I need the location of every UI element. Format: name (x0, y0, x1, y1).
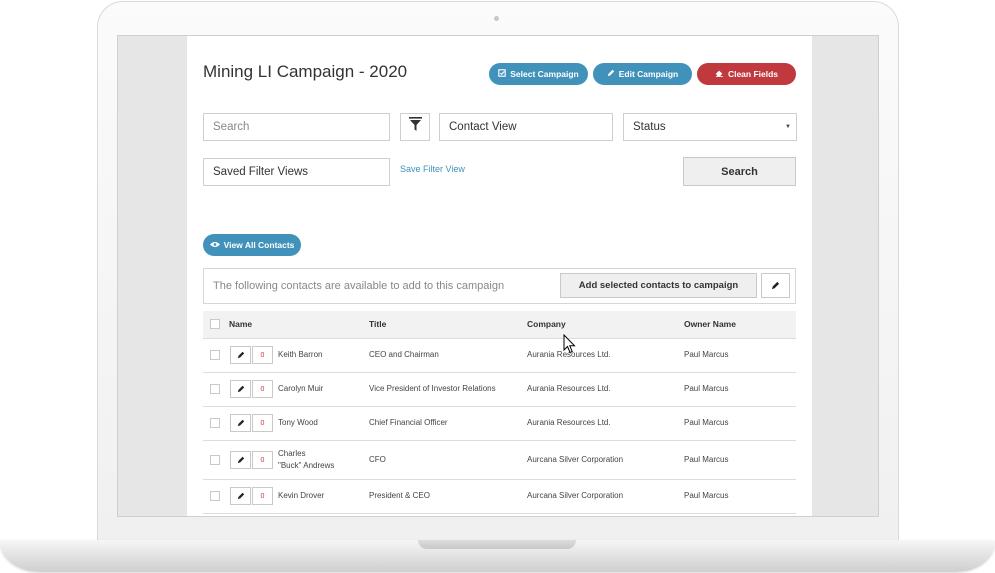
row-checkbox[interactable] (210, 350, 220, 360)
contacts-table: Name Title Company Owner Name 0 Keith Ba… (203, 311, 796, 514)
select-all-checkbox[interactable] (210, 319, 220, 329)
pencil-icon (237, 414, 245, 432)
row-count-badge[interactable]: 0 (252, 487, 273, 505)
pencil-icon (237, 380, 245, 398)
row-actions: 0 (230, 380, 273, 398)
search-input[interactable]: Search (203, 113, 390, 141)
contact-company: Aurania Resources Ltd. (527, 418, 611, 427)
pencil-icon (237, 346, 245, 364)
view-all-contacts-label: View All Contacts (223, 240, 295, 250)
contact-title: Chief Financial Officer (369, 418, 448, 427)
table-header: Name Title Company Owner Name (203, 311, 796, 339)
row-checkbox[interactable] (210, 491, 220, 501)
row-edit-button[interactable] (230, 414, 251, 432)
contact-name-line2[interactable]: "Buck" Andrews (278, 461, 334, 470)
column-header-title[interactable]: Title (369, 319, 386, 329)
filter-button[interactable] (400, 113, 430, 141)
row-count-badge[interactable]: 0 (252, 380, 273, 398)
row-actions: 0 (230, 487, 273, 505)
campaign-page: Mining LI Campaign - 2020 Select Campaig… (187, 36, 812, 516)
eye-icon (209, 240, 220, 250)
available-contacts-bar: The following contacts are available to … (203, 268, 796, 304)
bulk-edit-button[interactable] (761, 273, 790, 298)
contact-name[interactable]: Keith Barron (278, 350, 322, 359)
contact-owner: Paul Marcus (684, 455, 729, 464)
select-campaign-button[interactable]: Select Campaign (489, 63, 588, 85)
laptop-screen: Mining LI Campaign - 2020 Select Campaig… (117, 35, 879, 517)
edit-campaign-label: Edit Campaign (618, 69, 679, 79)
page-title: Mining LI Campaign - 2020 (203, 62, 408, 81)
table-row[interactable]: 0 Carolyn Muir Vice President of Investo… (203, 373, 796, 407)
contact-company: Aurania Resources Ltd. (527, 384, 611, 393)
chevron-down-icon: ▼ (785, 124, 791, 130)
contact-title: CFO (369, 455, 386, 464)
status-select[interactable]: Status ▼ (623, 113, 797, 141)
contact-owner: Paul Marcus (684, 350, 729, 359)
pencil-icon (237, 487, 245, 505)
table-row[interactable]: 0 Keith Barron CEO and Chairman Aurania … (203, 339, 796, 373)
contact-title: Vice President of Investor Relations (369, 384, 496, 393)
contact-owner: Paul Marcus (684, 418, 729, 427)
row-actions: 0 (230, 414, 273, 432)
clean-fields-button[interactable]: Clean Fields (697, 63, 796, 85)
row-actions: 0 (230, 346, 273, 364)
pencil-icon (771, 277, 780, 295)
table-row[interactable]: 0 Charles "Buck" Andrews CFO Aurcana Sil… (203, 441, 796, 480)
save-filter-view-link[interactable]: Save Filter View (400, 164, 465, 174)
column-header-name[interactable]: Name (229, 319, 252, 329)
pencil-icon (237, 451, 245, 469)
row-count-badge[interactable]: 0 (252, 414, 273, 432)
available-contacts-text: The following contacts are available to … (213, 280, 505, 292)
status-value: Status (633, 121, 666, 133)
contact-company: Aurcana Silver Corporation (527, 455, 624, 464)
contact-view-select[interactable]: Contact View (439, 113, 613, 141)
camera-dot (494, 16, 499, 21)
contact-name[interactable]: Tony Wood (278, 418, 318, 427)
row-count-badge[interactable]: 0 (252, 346, 273, 364)
contact-owner: Paul Marcus (684, 384, 729, 393)
contact-title: President & CEO (369, 491, 430, 500)
add-selected-contacts-button[interactable]: Add selected contacts to campaign (560, 273, 757, 298)
row-edit-button[interactable] (230, 487, 251, 505)
mouse-cursor-icon (563, 333, 576, 359)
edit-campaign-button[interactable]: Edit Campaign (593, 63, 692, 85)
contact-name[interactable]: Kevin Drover (278, 491, 324, 500)
table-row[interactable]: 0 Kevin Drover President & CEO Aurcana S… (203, 480, 796, 514)
row-edit-button[interactable] (230, 346, 251, 364)
row-count-badge[interactable]: 0 (252, 451, 273, 469)
table-row[interactable]: 0 Tony Wood Chief Financial Officer Aura… (203, 407, 796, 441)
clean-fields-label: Clean Fields (727, 69, 779, 79)
column-header-owner[interactable]: Owner Name (684, 319, 736, 329)
row-checkbox[interactable] (210, 384, 220, 394)
row-edit-button[interactable] (230, 451, 251, 469)
contact-name[interactable]: Carolyn Muir (278, 384, 323, 393)
laptop-base-notch (418, 540, 576, 549)
view-all-contacts-button[interactable]: View All Contacts (203, 234, 301, 256)
check-square-icon (498, 69, 507, 79)
select-campaign-label: Select Campaign (510, 69, 579, 79)
saved-filter-views-select[interactable]: Saved Filter Views (203, 158, 390, 186)
row-checkbox[interactable] (210, 455, 220, 465)
search-button[interactable]: Search (683, 157, 796, 186)
row-edit-button[interactable] (230, 380, 251, 398)
column-header-company[interactable]: Company (527, 319, 566, 329)
contact-company: Aurcana Silver Corporation (527, 491, 624, 500)
contact-title: CEO and Chairman (369, 350, 439, 359)
row-actions: 0 (230, 451, 273, 469)
pencil-icon (607, 69, 615, 79)
funnel-icon (408, 117, 422, 137)
contact-name[interactable]: Charles (278, 449, 306, 458)
eraser-icon (715, 69, 724, 79)
contact-owner: Paul Marcus (684, 491, 729, 500)
row-checkbox[interactable] (210, 418, 220, 428)
